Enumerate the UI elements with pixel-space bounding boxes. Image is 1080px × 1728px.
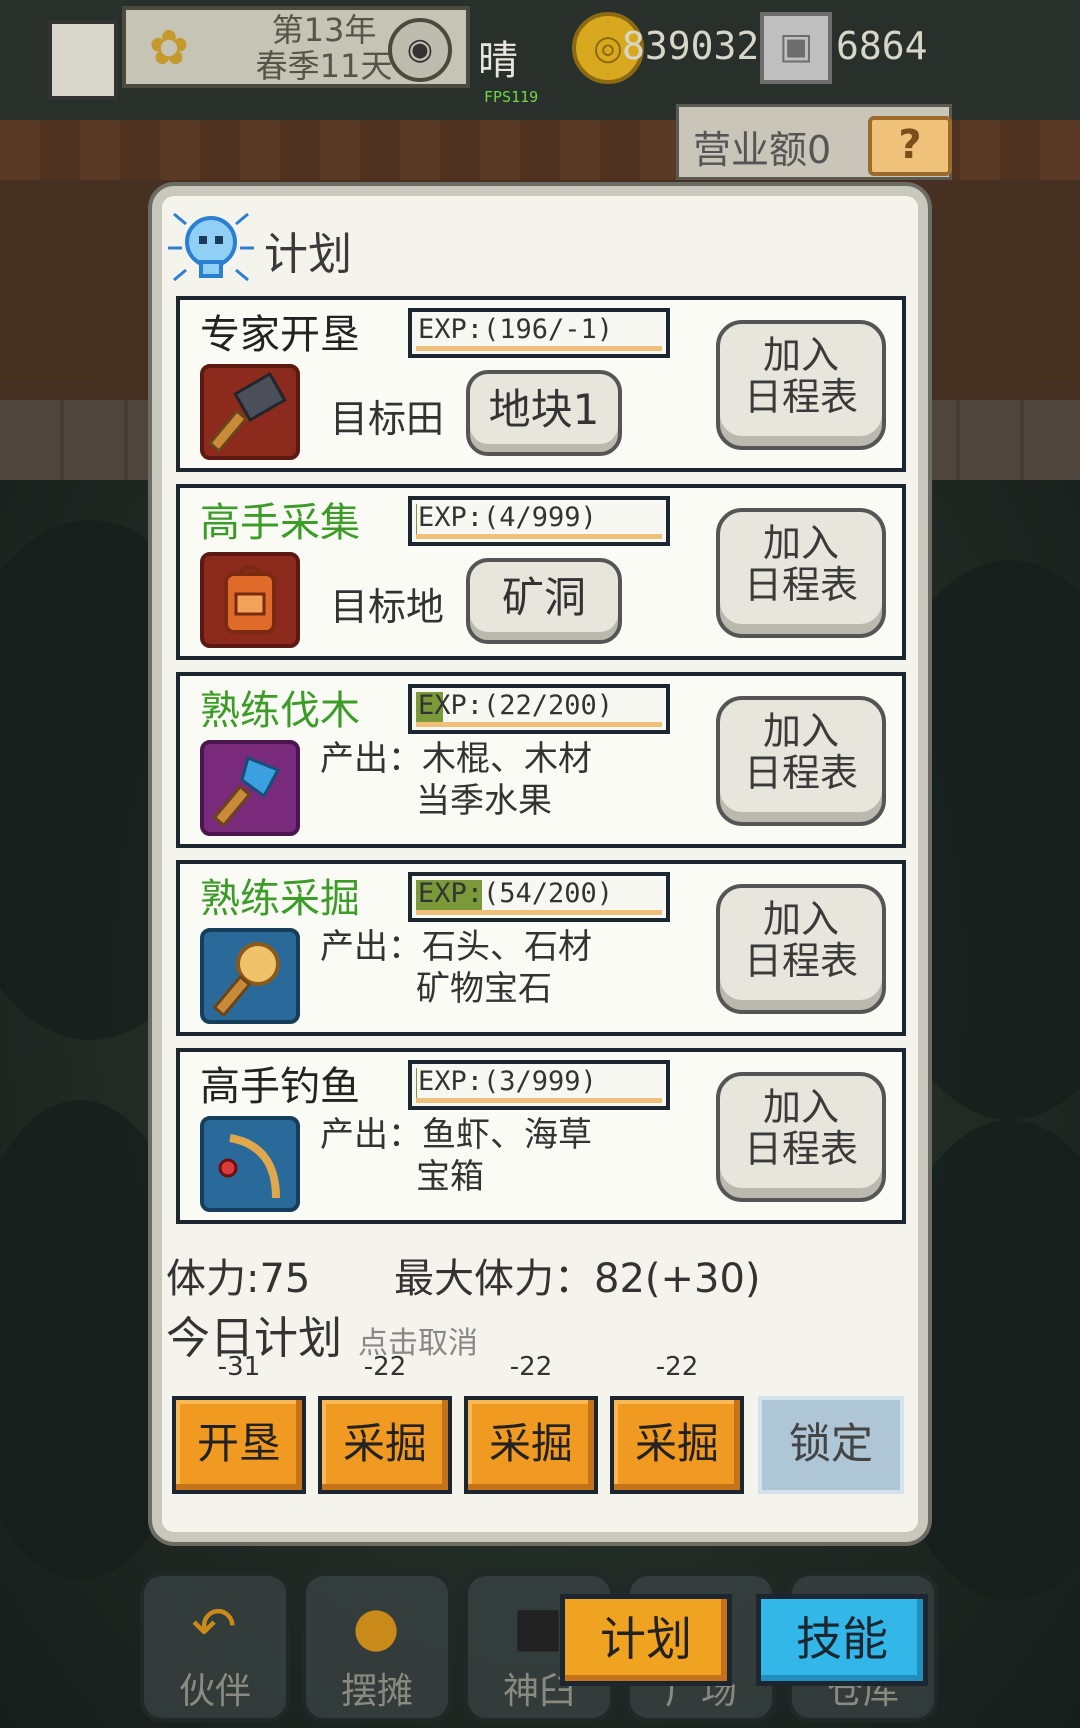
plan-slot-button[interactable]: 采掘 — [464, 1396, 598, 1494]
max-stamina-label: 最大体力：82(+30) — [394, 1256, 761, 1302]
target-label: 目标田 — [330, 397, 445, 441]
add-button-line2: 日程表 — [743, 751, 858, 795]
plan-panel: 计划 专家开垦 EXP:(196/-1) 目标田 地块1 加入 日程表 高手采集… — [152, 186, 928, 1542]
today-plan-row: -31 -22 -22 -22 开垦 采掘 采掘 采掘 锁定 — [172, 1352, 906, 1494]
exp-bar: EXP:(3/999) — [408, 1060, 670, 1110]
add-button-line1: 加入 — [762, 333, 839, 377]
skill-card: 专家开垦 EXP:(196/-1) 目标田 地块1 加入 日程表 — [176, 296, 906, 472]
skill-card: 高手钓鱼 EXP:(3/999) 产出：鱼虾、海草 宝箱 加入 日程表 — [176, 1048, 906, 1224]
skill-name: 熟练采掘 — [200, 876, 360, 922]
coin-amount: 839032 — [622, 24, 760, 68]
output-label-line2: 矿物宝石 — [416, 969, 552, 1009]
add-button-line1: 加入 — [762, 521, 839, 565]
hammer-icon — [200, 364, 300, 460]
season-flower-icon: ✿ — [148, 20, 190, 76]
skill-name: 高手采集 — [200, 500, 360, 546]
tab-skill[interactable]: 技能 — [756, 1594, 928, 1686]
exp-underline — [416, 534, 662, 539]
add-to-schedule-button[interactable]: 加入 日程表 — [716, 1072, 886, 1202]
stamina-cost: -22 — [655, 1352, 699, 1382]
plan-slot-button[interactable]: 采掘 — [610, 1396, 744, 1494]
skill-card: 熟练采掘 EXP:(54/200) 产出：石头、石材 矿物宝石 加入 日程表 — [176, 860, 906, 1036]
gem-amount: 6864 — [836, 24, 928, 68]
add-to-schedule-button[interactable]: 加入 日程表 — [716, 508, 886, 638]
lightbulb-icon — [166, 204, 256, 288]
exp-bar: EXP:(22/200) — [408, 684, 670, 734]
add-to-schedule-button[interactable]: 加入 日程表 — [716, 320, 886, 450]
exp-bar: EXP:(54/200) — [408, 872, 670, 922]
nav-label: 摆摊 — [340, 1671, 413, 1712]
help-button[interactable]: ? — [868, 116, 952, 176]
exp-text: EXP:(3/999) — [418, 1066, 597, 1097]
coin-pile-icon: ● — [352, 1595, 400, 1658]
add-button-line2: 日程表 — [743, 1127, 858, 1171]
gem-icon: ▣ — [760, 12, 832, 84]
revenue-label: 营业额0 — [693, 128, 832, 172]
tab-plan[interactable]: 计划 — [560, 1594, 732, 1686]
stamina-cost: -22 — [509, 1352, 553, 1382]
exp-underline — [416, 722, 662, 727]
exp-bar: EXP:(196/-1) — [408, 308, 670, 358]
date-display: ✿ 第13年 春季11天 ◉ — [122, 6, 470, 88]
nav-partner[interactable]: ↶ 伙伴 — [140, 1572, 290, 1722]
exp-text: EXP:(54/200) — [418, 878, 614, 909]
backpack-icon — [200, 552, 300, 648]
exp-underline — [416, 910, 662, 915]
plan-slot-button[interactable]: 采掘 — [318, 1396, 452, 1494]
stamina-label: 体力:75 — [166, 1256, 311, 1302]
add-button-line2: 日程表 — [743, 375, 858, 419]
skill-card: 高手采集 EXP:(4/999) 目标地 矿洞 加入 日程表 — [176, 484, 906, 660]
lock-button[interactable]: 锁定 — [758, 1396, 904, 1494]
exp-fill — [416, 504, 417, 534]
nav-label: 伙伴 — [178, 1671, 251, 1712]
skill-name: 高手钓鱼 — [200, 1064, 360, 1110]
output-label: 产出：鱼虾、海草 — [320, 1115, 592, 1155]
add-button-line1: 加入 — [762, 709, 839, 753]
target-label: 目标地 — [330, 585, 445, 629]
stamina-cost: -22 — [363, 1352, 407, 1382]
fps-counter: FPS119 — [484, 88, 539, 106]
nav-stall[interactable]: ● 摆摊 — [302, 1572, 452, 1722]
exp-bar: EXP:(4/999) — [408, 496, 670, 546]
exp-text: EXP:(22/200) — [418, 690, 614, 721]
weather-label: 晴 — [478, 38, 518, 84]
output-label-line2: 宝箱 — [416, 1157, 484, 1197]
add-button-line1: 加入 — [762, 897, 839, 941]
skill-card: 熟练伐木 EXP:(22/200) 产出：木棍、木材 当季水果 加入 日程表 — [176, 672, 906, 848]
stamina-cost: -31 — [217, 1352, 261, 1382]
hud-empty-slot[interactable] — [48, 20, 118, 100]
target-select-button[interactable]: 地块1 — [466, 370, 622, 456]
add-to-schedule-button[interactable]: 加入 日程表 — [716, 696, 886, 826]
exp-text: EXP:(4/999) — [418, 502, 597, 533]
add-button-line2: 日程表 — [743, 563, 858, 607]
exp-underline — [416, 346, 662, 351]
output-label: 产出：石头、石材 — [320, 927, 592, 967]
clock-icon[interactable]: ◉ — [388, 18, 452, 82]
add-button-line2: 日程表 — [743, 939, 858, 983]
exp-fill — [416, 1068, 417, 1098]
stamina-stats: 体力:75 最大体力：82(+30) — [166, 1246, 906, 1306]
fishing-rod-icon — [200, 1116, 300, 1212]
target-select-button[interactable]: 矿洞 — [466, 558, 622, 644]
add-to-schedule-button[interactable]: 加入 日程表 — [716, 884, 886, 1014]
exp-text: EXP:(196/-1) — [418, 314, 614, 345]
add-button-line1: 加入 — [762, 1085, 839, 1129]
panel-title: 计划 — [264, 229, 352, 280]
pickaxe-icon — [200, 928, 300, 1024]
plan-slot-button[interactable]: 开垦 — [172, 1396, 306, 1494]
undo-arrow-icon: ↶ — [191, 1595, 237, 1658]
output-label-line2: 当季水果 — [416, 781, 552, 821]
exp-underline — [416, 1098, 662, 1103]
output-label: 产出：木棍、木材 — [320, 739, 592, 779]
axe-icon — [200, 740, 300, 836]
skill-name: 专家开垦 — [200, 312, 360, 358]
skill-name: 熟练伐木 — [200, 688, 360, 734]
